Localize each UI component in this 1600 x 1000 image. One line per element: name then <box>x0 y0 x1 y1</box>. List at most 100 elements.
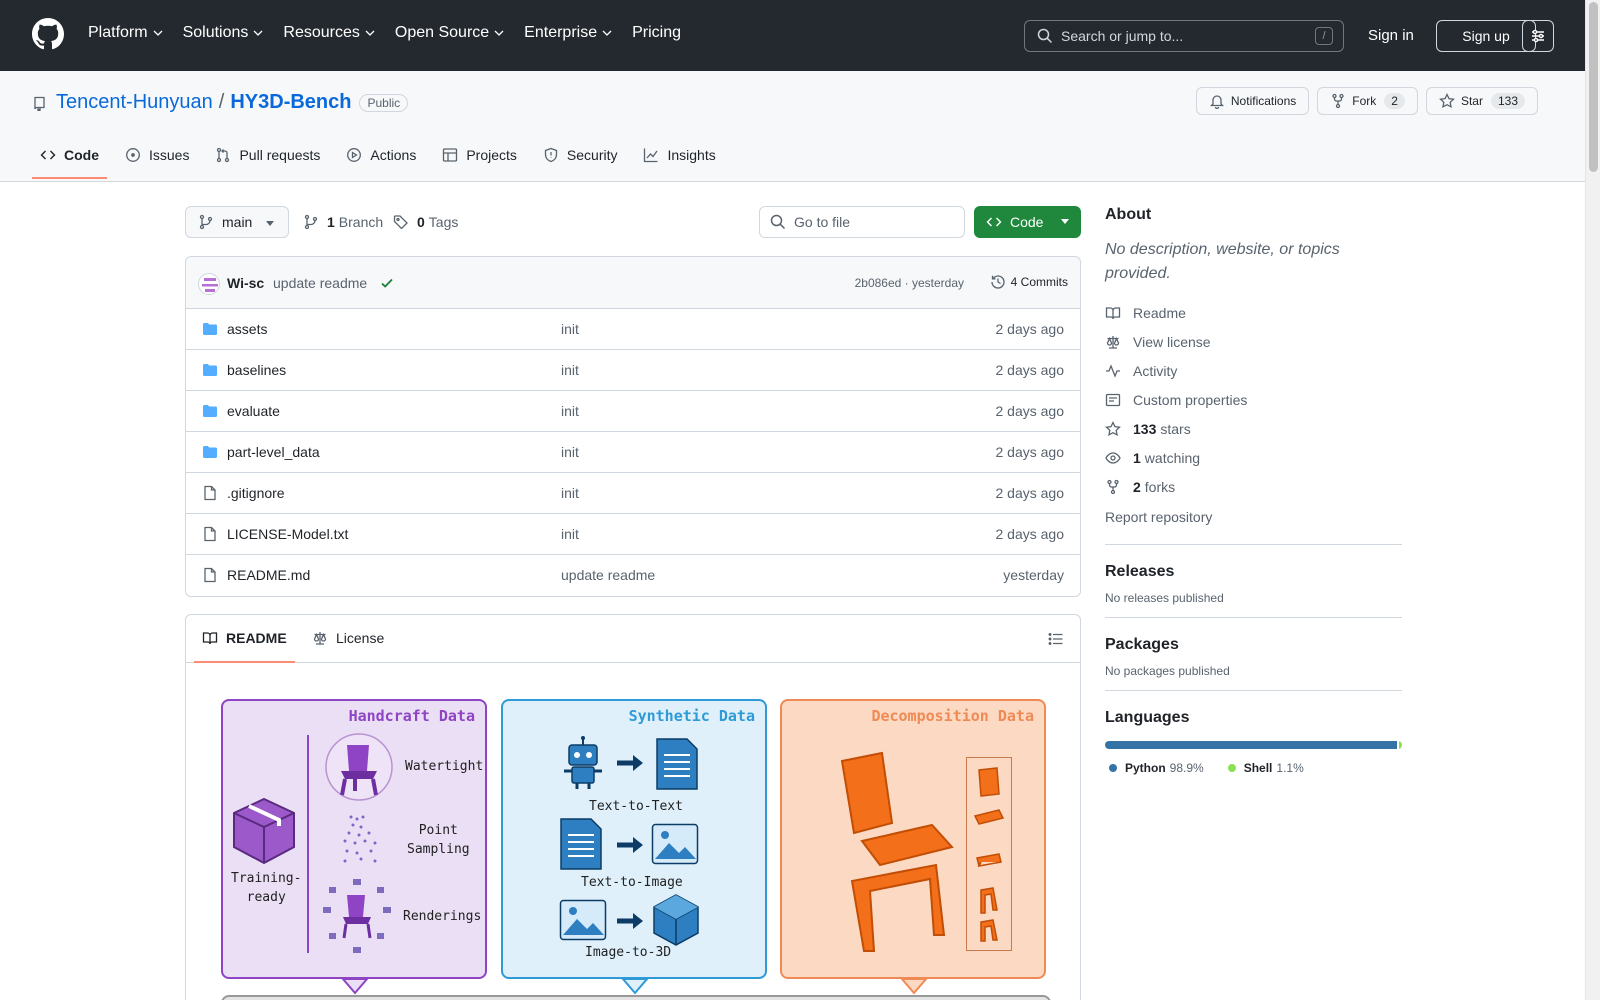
chair-sphere-icon <box>325 733 393 801</box>
avatar[interactable] <box>198 273 220 295</box>
tab-issues[interactable]: Issues <box>117 139 197 176</box>
custom-properties-link[interactable]: Custom properties <box>1105 385 1402 414</box>
nav-resources[interactable]: Resources <box>283 24 375 42</box>
training-ready-label: Training-ready <box>231 869 301 907</box>
file-commit-message[interactable]: update readme <box>561 567 655 583</box>
languages-section: Languages Python 98.9% Shell 1.1% <box>1105 690 1402 775</box>
commit-message[interactable]: update readme <box>273 275 367 291</box>
file-row[interactable]: assets init 2 days ago <box>186 309 1080 350</box>
book-icon <box>1105 306 1121 319</box>
file-commit-message[interactable]: init <box>561 321 579 337</box>
file-name[interactable]: README.md <box>227 567 310 583</box>
tab-label: Pull requests <box>239 147 321 163</box>
watertight-label: Watertight <box>405 759 484 774</box>
tab-insights[interactable]: Insights <box>635 139 723 176</box>
github-logo-icon[interactable] <box>32 18 64 50</box>
tag-count: 0 <box>417 214 425 230</box>
check-icon[interactable] <box>380 276 394 290</box>
fork-button[interactable]: Fork 2 <box>1317 87 1418 115</box>
file-commit-message[interactable]: init <box>561 485 579 501</box>
graph-icon <box>644 148 659 163</box>
nav-pricing[interactable]: Pricing <box>632 24 681 42</box>
tab-pull-requests[interactable]: Pull requests <box>207 139 328 176</box>
nav-platform[interactable]: Platform <box>88 24 163 42</box>
branches-link[interactable]: 1 Branch <box>303 214 383 230</box>
tab-label: Issues <box>149 147 190 163</box>
packages-heading[interactable]: Packages <box>1105 636 1402 654</box>
file-name[interactable]: evaluate <box>227 403 280 419</box>
license-link[interactable]: View license <box>1105 327 1402 356</box>
forks-link[interactable]: 2 forks <box>1105 472 1402 501</box>
nav-enterprise[interactable]: Enterprise <box>524 24 612 42</box>
language-bar-segment <box>1398 741 1402 749</box>
repo-name-link[interactable]: HY3D-Bench <box>230 91 351 114</box>
file-row[interactable]: part-level_data init 2 days ago <box>186 432 1080 473</box>
chevron-down-icon <box>494 30 504 36</box>
language-item[interactable]: Python 98.9% <box>1105 761 1204 775</box>
arrow-right-icon <box>617 837 643 853</box>
file-row[interactable]: evaluate init 2 days ago <box>186 391 1080 432</box>
tab-code[interactable]: Code <box>32 139 107 179</box>
file-row[interactable]: README.md update readme yesterday <box>186 555 1080 596</box>
tab-label: Security <box>566 147 618 163</box>
exploded-chair-icon <box>840 751 954 952</box>
page-scrollbar[interactable] <box>1585 0 1600 1000</box>
nav-label: Platform <box>88 24 148 41</box>
file-row[interactable]: baselines init 2 days ago <box>186 350 1080 391</box>
stars-link[interactable]: 133 stars <box>1105 414 1402 443</box>
tab-license[interactable]: License <box>312 630 384 646</box>
code-dropdown-button[interactable]: Code <box>974 206 1081 238</box>
tab-projects[interactable]: Projects <box>434 139 525 176</box>
custom-properties-label: Custom properties <box>1133 391 1248 408</box>
tab-security[interactable]: Security <box>535 139 626 176</box>
scrollbar-thumb[interactable] <box>1589 2 1598 172</box>
report-repository-link[interactable]: Report repository <box>1105 503 1402 532</box>
settings-menu-button[interactable] <box>1522 20 1554 52</box>
file-name[interactable]: .gitignore <box>227 485 285 501</box>
tab-actions[interactable]: Actions <box>338 139 424 176</box>
file-name[interactable]: LICENSE-Model.txt <box>227 526 348 542</box>
notifications-button[interactable]: Notifications <box>1195 87 1310 115</box>
language-item[interactable]: Shell 1.1% <box>1224 761 1304 775</box>
tags-link[interactable]: 0 Tags <box>393 214 458 230</box>
file-commit-date: 2 days ago <box>995 362 1065 378</box>
file-row[interactable]: LICENSE-Model.txt init 2 days ago <box>186 514 1080 555</box>
caret-down-icon <box>266 221 274 226</box>
commits-link[interactable]: 4 Commits <box>990 274 1068 290</box>
readme-link[interactable]: Readme <box>1105 298 1402 327</box>
repo-owner-link[interactable]: Tencent-Hunyuan <box>56 91 213 114</box>
activity-link[interactable]: Activity <box>1105 356 1402 385</box>
file-commit-message[interactable]: init <box>561 526 579 542</box>
commit-author[interactable]: Wi-sc <box>227 275 264 291</box>
search-input[interactable]: Search or jump to... / <box>1024 20 1344 52</box>
watchers-link[interactable]: 1 watching <box>1105 443 1402 472</box>
sign-in-link[interactable]: Sign in <box>1368 27 1414 44</box>
latest-commit-row: Wi-sc update readme 2b086ed · yesterday … <box>186 257 1080 309</box>
star-button[interactable]: Star 133 <box>1425 87 1538 115</box>
star-label: Star <box>1460 94 1483 108</box>
file-listing: Wi-sc update readme 2b086ed · yesterday … <box>185 256 1081 597</box>
readme-figure: Handcraft Data Training-ready Watertight… <box>221 699 1051 1000</box>
branch-select-button[interactable]: main <box>185 206 289 238</box>
commit-hash-time[interactable]: 2b086ed · yesterday <box>855 276 964 290</box>
file-commit-message[interactable]: init <box>561 403 579 419</box>
sign-up-button[interactable]: Sign up <box>1436 20 1536 52</box>
bracket-line <box>307 735 309 953</box>
tab-readme[interactable]: README <box>194 630 295 663</box>
file-name[interactable]: baselines <box>227 362 286 378</box>
nav-label: Open Source <box>394 24 490 41</box>
file-commit-message[interactable]: init <box>561 444 579 460</box>
file-row[interactable]: .gitignore init 2 days ago <box>186 473 1080 514</box>
star-icon <box>1105 420 1121 436</box>
nav-solutions[interactable]: Solutions <box>183 24 264 42</box>
language-name: Python <box>1125 761 1166 775</box>
shield-icon <box>544 147 558 163</box>
file-commit-message[interactable]: init <box>561 362 579 378</box>
go-to-file-input[interactable]: Go to file <box>759 206 965 238</box>
list-outline-icon[interactable] <box>1048 631 1064 647</box>
file-name[interactable]: assets <box>227 321 267 337</box>
nav-open-source[interactable]: Open Source <box>395 24 504 42</box>
file-commit-date: 2 days ago <box>995 526 1065 542</box>
releases-heading[interactable]: Releases <box>1105 563 1402 581</box>
file-name[interactable]: part-level_data <box>227 444 320 460</box>
